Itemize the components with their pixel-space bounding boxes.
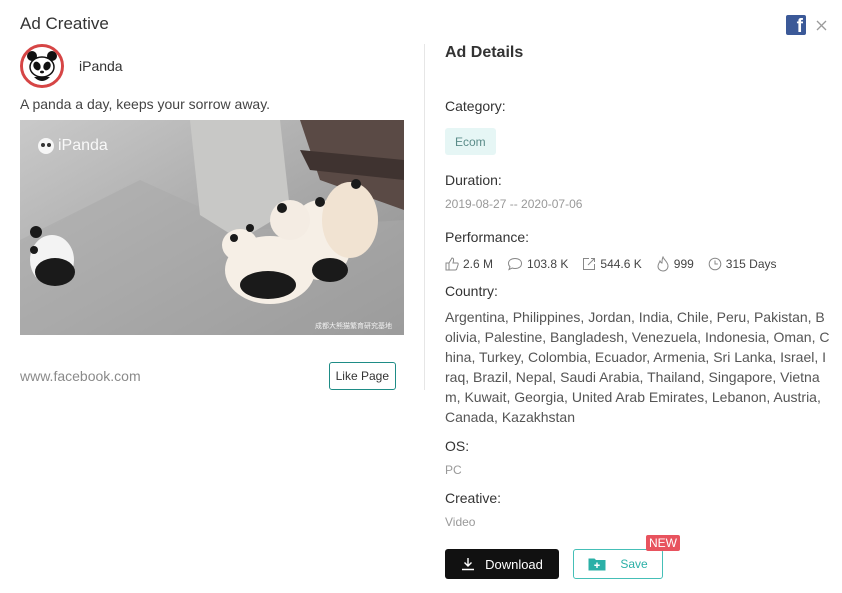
save-button[interactable]: Save NEW (573, 535, 680, 579)
country-list: Argentina, Philippines, Jordan, India, C… (445, 309, 830, 425)
creative-label: Creative: (445, 490, 502, 506)
download-button[interactable]: Download (445, 549, 559, 579)
clock-icon (708, 257, 722, 271)
comment-icon (508, 257, 523, 271)
likes-value: 2.6 M (463, 257, 494, 271)
top-right-controls: f (786, 15, 828, 35)
likes-stat: 2.6 M (445, 257, 493, 271)
close-icon[interactable] (814, 18, 828, 32)
ad-video-thumbnail[interactable]: iPanda 成都大熊猫繁育研究基地 (20, 120, 404, 335)
shares-stat: 544.6 K (582, 257, 642, 271)
os-value: PC (445, 463, 462, 477)
comments-value: 103.8 K (527, 257, 569, 271)
media-watermark: iPanda (58, 137, 108, 154)
avatar[interactable] (20, 44, 64, 88)
column-divider (424, 44, 425, 390)
details-title: Ad Details (445, 44, 524, 61)
days-value: 315 Days (725, 257, 777, 271)
duration-value: 2019-08-27 -- 2020-07-06 (445, 197, 583, 211)
heat-stat: 999 (656, 256, 694, 272)
creative-column: iPanda A panda a day, keeps your sorrow … (20, 44, 404, 390)
panda-logo-icon (23, 47, 61, 85)
creative-value: Video (445, 515, 476, 529)
action-buttons: Download Save NEW (445, 535, 680, 579)
creative-footer: www.facebook.com Like Page (20, 360, 396, 392)
category-tag: Ecom (445, 128, 496, 155)
advertiser-name[interactable]: iPanda (79, 58, 123, 74)
country-label: Country: (445, 283, 498, 299)
performance-label: Performance: (445, 229, 530, 245)
ad-details-column: Ad Details Category: Ecom Duration: 2019… (445, 44, 830, 579)
heat-value: 999 (673, 257, 694, 271)
new-badge: NEW (646, 535, 680, 551)
performance-stats: 2.6 M 103.8 K 544.6 K 999 315 Days (445, 256, 791, 272)
save-label: Save (620, 557, 648, 571)
shares-value: 544.6 K (600, 257, 642, 271)
os-label: OS: (445, 438, 470, 454)
facebook-icon: f (786, 15, 806, 35)
days-stat: 315 Days (708, 257, 777, 271)
ad-text: A panda a day, keeps your sorrow away. (20, 96, 271, 112)
category-label: Category: (445, 98, 506, 114)
flame-icon (657, 256, 669, 272)
comments-stat: 103.8 K (507, 257, 568, 271)
thumbs-up-icon (445, 257, 459, 271)
download-icon (462, 558, 475, 571)
media-caption: 成都大熊猫繁育研究基地 (315, 322, 392, 330)
duration-label: Duration: (445, 172, 502, 188)
ad-creative-modal: Ad Creative f iPanda A panda a day, keep… (0, 0, 842, 593)
share-icon (583, 258, 596, 270)
folder-add-icon (588, 558, 606, 571)
site-link[interactable]: www.facebook.com (20, 368, 141, 384)
like-page-button[interactable]: Like Page (328, 362, 396, 390)
modal-title: Ad Creative (20, 14, 109, 33)
advertiser-header: iPanda (20, 44, 404, 88)
download-label: Download (485, 556, 543, 572)
